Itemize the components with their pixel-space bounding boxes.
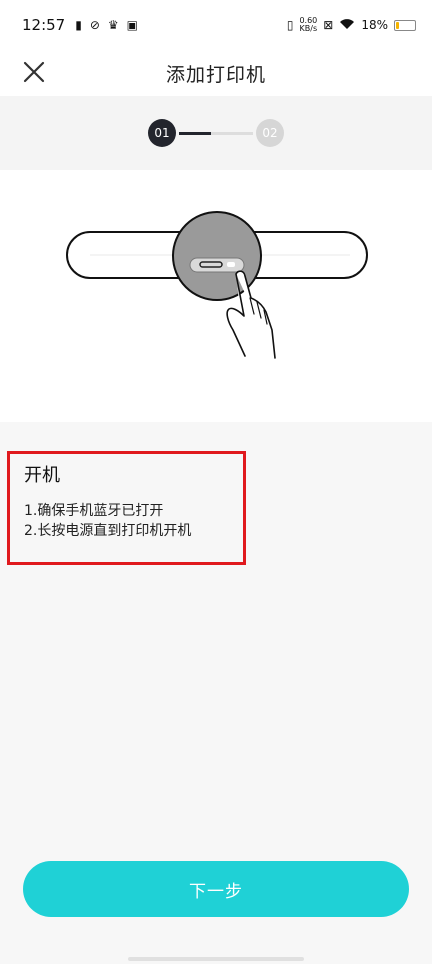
status-time: 12:57: [22, 16, 66, 34]
nav-bar: 添加打印机: [0, 50, 432, 96]
no-sim-icon: ⊠: [323, 18, 334, 32]
network-speed: 0.60 KB/s: [299, 17, 317, 33]
battery-icon: [394, 19, 416, 31]
status-bar: 12:57 ▮ ⊘ ♛ ▣ ▯ 0.60 KB/s ⊠ 18%: [0, 0, 432, 50]
wifi-icon: [339, 18, 355, 32]
page-title: 添加打印机: [165, 63, 266, 86]
sync-app-icon: ⊘: [89, 18, 100, 32]
step-1-indicator: 01: [148, 119, 176, 147]
status-right: ▯ 0.60 KB/s ⊠ 18%: [287, 17, 416, 33]
home-indicator[interactable]: [128, 957, 304, 961]
printer-power-illustration: [66, 211, 368, 359]
close-icon: [23, 61, 45, 83]
crown-app-icon: ♛: [107, 18, 119, 32]
power-button: [189, 257, 245, 273]
instruction-step-2: 2.长按电源直到打印机开机: [24, 523, 192, 539]
step-connector: [179, 131, 253, 135]
instructions-title: 开机: [24, 465, 60, 486]
shopping-app-icon: ▣: [126, 18, 139, 32]
network-speed-unit: KB/s: [299, 24, 318, 33]
battery-percent: 18%: [361, 18, 388, 32]
instruction-step-1: 1.确保手机蓝牙已打开: [24, 503, 164, 519]
sim-battery-icon: ▮: [75, 18, 82, 32]
instructions-box: 开机 1.确保手机蓝牙已打开 2.长按电源直到打印机开机: [7, 451, 246, 565]
battery-fill: [396, 21, 399, 29]
close-button[interactable]: [20, 58, 48, 86]
status-left: 12:57 ▮ ⊘ ♛ ▣: [22, 16, 138, 34]
stepper: 01 02: [148, 119, 284, 147]
step-progress: [179, 131, 211, 135]
vibrate-icon: ▯: [286, 18, 294, 32]
stepper-band: 01 02: [0, 96, 432, 170]
next-step-button[interactable]: 下一步: [23, 861, 409, 917]
step-2-indicator: 02: [256, 119, 284, 147]
printer-illustration: [0, 170, 432, 422]
